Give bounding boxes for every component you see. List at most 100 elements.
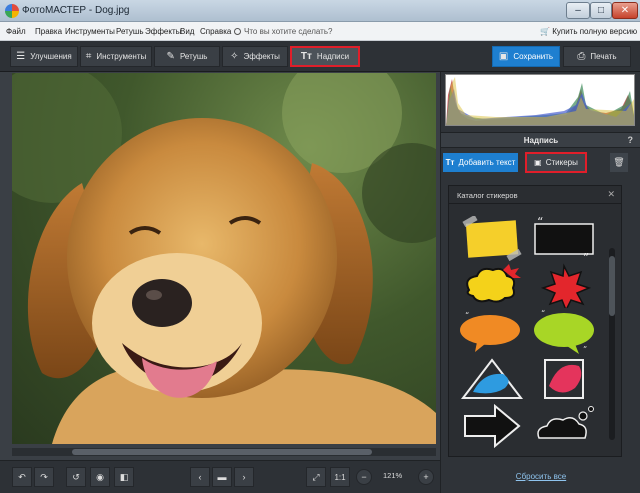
- compare-icon: ◧: [119, 471, 129, 482]
- tab-label: Надписи: [316, 52, 350, 61]
- zoom-in-button[interactable]: +: [418, 469, 434, 485]
- zoom-out-button[interactable]: −: [356, 469, 372, 485]
- chevron-left-icon: ‹: [198, 472, 202, 482]
- reset-all-link[interactable]: Сбросить все: [441, 472, 640, 481]
- buy-label: Купить полную версию: [552, 27, 638, 36]
- sticker-pink-square[interactable]: [531, 356, 597, 402]
- tab-enhancements[interactable]: ☰ Улучшения: [10, 46, 78, 67]
- save-button[interactable]: ▣ Сохранить: [492, 46, 560, 67]
- bottom-toolbar: ↶ ↷ ↺ ◉ ◧ ‹ ▬ › ⤢ 1:1 − 121% +: [0, 460, 440, 493]
- svg-text:“: “: [465, 311, 469, 320]
- add-text-label: Добавить текст: [458, 158, 516, 167]
- menu-view[interactable]: Вид: [180, 27, 194, 36]
- undo-icon: ↶: [18, 471, 26, 482]
- right-panel: Надпись ? Tт Добавить текст ▣ Стикеры 🗑 Ка…: [440, 72, 640, 493]
- preview-button[interactable]: ◉: [90, 467, 110, 487]
- svg-text:“: “: [537, 216, 543, 229]
- next-image-button[interactable]: ›: [234, 467, 254, 487]
- save-label: Сохранить: [513, 52, 554, 61]
- tab-label: Эффекты: [243, 52, 280, 61]
- reset-button[interactable]: ↺: [66, 467, 86, 487]
- menu-retouch[interactable]: Ретушь: [116, 27, 144, 36]
- folder-icon: ▬: [217, 472, 227, 482]
- histogram-chart: [446, 77, 634, 125]
- scrollbar-thumb[interactable]: [72, 449, 372, 455]
- menu-edit[interactable]: Правка: [35, 27, 62, 36]
- sticker-black-quote-frame[interactable]: “ ”: [531, 216, 597, 262]
- buy-full-version-link[interactable]: 🛒 Купить полную версию: [540, 27, 637, 36]
- sticker-grid: “ ” “ “ ”: [455, 210, 603, 454]
- menu-bar: Файл Правка Инструменты Ретушь Эффекты В…: [0, 22, 640, 41]
- canvas-area: [0, 72, 440, 460]
- menu-effects[interactable]: Эффекты: [145, 27, 181, 36]
- close-icon[interactable]: ✕: [607, 189, 615, 200]
- minus-icon: −: [361, 472, 367, 482]
- delete-button[interactable]: 🗑: [610, 153, 628, 172]
- catalog-header: Каталог стикеров ✕: [449, 186, 621, 204]
- sliders-icon: ☰: [16, 51, 26, 62]
- save-icon: ▣: [498, 51, 509, 62]
- crop-icon: ⌗: [85, 51, 92, 62]
- app-logo-icon: [5, 4, 19, 18]
- tab-tools[interactable]: ⌗ Инструменты: [80, 46, 152, 67]
- catalog-scrollbar[interactable]: [609, 248, 615, 440]
- cart-icon: 🛒: [540, 27, 550, 36]
- tab-label: Ретушь: [179, 52, 208, 61]
- eye-icon: ◉: [96, 471, 104, 482]
- menu-help[interactable]: Справка: [200, 27, 231, 36]
- sticker-cloud-yellow[interactable]: [459, 262, 525, 308]
- svg-text:“: “: [541, 309, 545, 318]
- maximize-button[interactable]: □: [590, 2, 612, 19]
- sticker-icon: ▣: [534, 158, 542, 167]
- brush-icon: ✎: [166, 51, 175, 62]
- print-button[interactable]: ⎙ Печать: [563, 46, 631, 67]
- window-title: ФотоМАСТЕР - Dog.jpg: [22, 5, 130, 16]
- undo-button[interactable]: ↶: [12, 467, 32, 487]
- sticker-black-thought-cloud[interactable]: [531, 404, 597, 450]
- menu-search[interactable]: Что вы хотите сделать?: [234, 27, 332, 36]
- close-button[interactable]: ✕: [612, 2, 638, 19]
- minimize-button[interactable]: ‒: [566, 2, 590, 19]
- trash-icon: 🗑: [613, 157, 625, 167]
- histogram: [445, 74, 635, 126]
- search-placeholder: Что вы хотите сделать?: [244, 27, 333, 36]
- chevron-right-icon: ›: [242, 472, 246, 482]
- redo-button[interactable]: ↷: [34, 467, 54, 487]
- actual-size-button[interactable]: 1:1: [330, 467, 350, 487]
- dog-photo[interactable]: [12, 73, 436, 444]
- sticker-blue-triangle[interactable]: [459, 356, 525, 402]
- rotate-icon: ↺: [72, 471, 80, 482]
- compare-button[interactable]: ◧: [114, 467, 134, 487]
- sticker-orange-bubble[interactable]: “: [457, 308, 523, 354]
- previous-image-button[interactable]: ‹: [190, 467, 210, 487]
- magic-wand-icon: ✧: [230, 51, 239, 62]
- tab-label: Инструменты: [96, 52, 147, 61]
- scrollbar-thumb[interactable]: [609, 256, 615, 316]
- zoom-value: 121%: [383, 471, 403, 480]
- sticker-catalog: Каталог стикеров ✕ “ ” “ “ ”: [448, 185, 622, 457]
- horizontal-scrollbar[interactable]: [12, 448, 436, 456]
- svg-text:”: ”: [583, 251, 589, 262]
- redo-icon: ↷: [40, 471, 48, 482]
- plus-icon: +: [423, 472, 429, 482]
- sticker-yellow-note[interactable]: [459, 216, 525, 262]
- sticker-green-bubble[interactable]: “ ”: [531, 308, 597, 354]
- catalog-title: Каталог стикеров: [457, 191, 518, 200]
- tab-retouch[interactable]: ✎ Ретушь: [154, 46, 220, 67]
- fit-to-screen-button[interactable]: ⤢: [306, 467, 326, 487]
- sticker-red-burst[interactable]: [531, 262, 597, 308]
- fit-icon: ⤢: [312, 471, 320, 482]
- menu-tools[interactable]: Инструменты: [65, 27, 115, 36]
- tab-captions[interactable]: Tт Надписи: [290, 46, 360, 67]
- help-icon[interactable]: ?: [628, 135, 634, 145]
- open-folder-button[interactable]: ▬: [212, 467, 232, 487]
- window-title-bar: ФотоМАСТЕР - Dog.jpg ‒ □ ✕: [0, 0, 640, 22]
- tab-effects[interactable]: ✧ Эффекты: [222, 46, 288, 67]
- add-text-button[interactable]: Tт Добавить текст: [443, 153, 518, 172]
- main-toolbar: ☰ Улучшения ⌗ Инструменты ✎ Ретушь ✧ Эффекты…: [0, 41, 640, 72]
- stickers-button[interactable]: ▣ Стикеры: [525, 152, 587, 173]
- menu-file[interactable]: Файл: [6, 27, 26, 36]
- stickers-label: Стикеры: [545, 158, 578, 167]
- printer-icon: ⎙: [577, 51, 586, 62]
- sticker-black-arrow[interactable]: [459, 404, 525, 450]
